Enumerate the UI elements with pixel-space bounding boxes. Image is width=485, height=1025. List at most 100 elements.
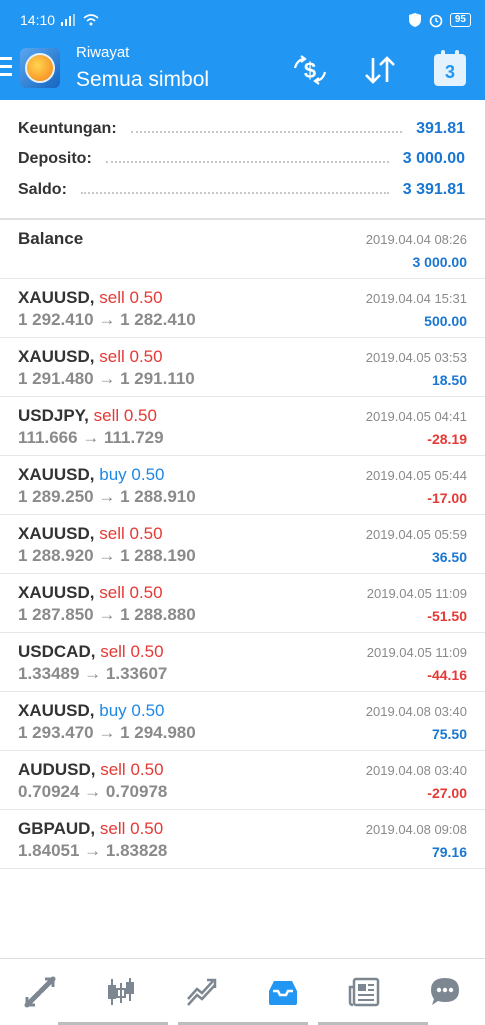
deal-volume: 0.50 xyxy=(130,819,164,838)
deal-row[interactable]: USDCAD, sell 0.50 1.33489 → 1.33607 2019.0… xyxy=(0,633,485,692)
sort-icon[interactable] xyxy=(360,52,400,88)
deal-symbol: XAUUSD, xyxy=(18,288,95,307)
deal-row[interactable]: XAUUSD, sell 0.50 1 288.920 → 1 288.190 20… xyxy=(0,515,485,574)
deal-row[interactable]: XAUUSD, sell 0.50 1 291.480 → 1 291.110 20… xyxy=(0,338,485,397)
deal-volume: 0.50 xyxy=(131,465,165,484)
deal-side: sell xyxy=(99,583,125,602)
summary-value: 391.81 xyxy=(416,120,465,137)
deal-side: sell xyxy=(93,406,120,425)
bottom-navigation xyxy=(0,958,485,1025)
wifi-icon xyxy=(83,14,99,26)
deal-title: USDJPY, sell 0.50 xyxy=(18,406,157,426)
deal-prices: 1 288.920 → 1 288.190 xyxy=(18,546,196,565)
nav-trade[interactable] xyxy=(162,959,243,1025)
deal-date: 2019.04.05 11:09 xyxy=(366,645,467,660)
deal-side: buy xyxy=(99,701,127,720)
deal-prices: 1 293.470 → 1 294.980 xyxy=(18,723,196,742)
deal-symbol: USDJPY, xyxy=(18,406,89,425)
nav-chart[interactable] xyxy=(81,959,162,1025)
summary-row-balance: Saldo: 3 391.81 xyxy=(18,175,465,205)
nav-chat[interactable] xyxy=(404,959,485,1025)
deal-date: 2019.04.05 03:53 xyxy=(365,350,467,365)
deal-title: XAUUSD, buy 0.50 xyxy=(18,701,165,721)
status-time: 14:10 xyxy=(20,12,56,28)
deal-volume: 0.50 xyxy=(123,406,157,425)
deal-date: 2019.04.04 08:26 xyxy=(365,232,467,247)
deal-volume: 0.50 xyxy=(130,760,164,779)
balance-row[interactable]: Balance 2019.04.04 08:26 3 000.00 xyxy=(0,220,485,279)
deal-side: buy xyxy=(99,465,127,484)
nav-quotes[interactable] xyxy=(0,959,81,1025)
deal-row[interactable]: XAUUSD, buy 0.50 1 293.470 → 1 294.980 201… xyxy=(0,692,485,751)
app-bar: 14:10 95 Riwayat Semua simbol $ 3 xyxy=(0,0,485,100)
calendar-icon[interactable]: 3 xyxy=(432,50,468,88)
deal-title: XAUUSD, sell 0.50 xyxy=(18,524,163,544)
deal-row[interactable]: USDJPY, sell 0.50 111.666 → 111.729 2019.0… xyxy=(0,397,485,456)
currency-filter-icon[interactable]: $ xyxy=(290,52,330,88)
calendar-day: 3 xyxy=(434,50,466,86)
deal-date: 2019.04.05 04:41 xyxy=(365,409,467,424)
page-title[interactable]: Semua simbol xyxy=(76,68,209,92)
deal-profit: 18.50 xyxy=(431,372,467,388)
deal-prices: 1 289.250 → 1 288.910 xyxy=(18,487,196,506)
deal-symbol: AUDUSD, xyxy=(18,760,96,779)
deal-title: XAUUSD, sell 0.50 xyxy=(18,347,163,367)
menu-icon[interactable] xyxy=(0,57,14,79)
app-logo[interactable] xyxy=(20,48,60,88)
summary-label: Saldo: xyxy=(18,181,67,198)
deal-row[interactable]: AUDUSD, sell 0.50 0.70924 → 0.70978 2019.0… xyxy=(0,751,485,810)
deals-container: XAUUSD, sell 0.50 1 292.410 → 1 282.410 20… xyxy=(0,279,485,869)
summary-label: Keuntungan: xyxy=(18,120,117,137)
chart-icon xyxy=(108,978,135,1005)
deal-row[interactable]: GBPAUD, sell 0.50 1.84051 → 1.83828 2019.0… xyxy=(0,810,485,869)
deal-date: 2019.04.05 05:59 xyxy=(365,527,467,542)
deal-prices: 0.70924 → 0.70978 xyxy=(18,782,168,801)
deal-date: 2019.04.04 15:31 xyxy=(365,291,467,306)
deal-row[interactable]: XAUUSD, buy 0.50 1 289.250 → 1 288.910 201… xyxy=(0,456,485,515)
dotted-leader xyxy=(130,131,403,133)
dotted-leader xyxy=(105,161,389,163)
summary-panel: Keuntungan: 391.81 Deposito: 3 000.00 Sa… xyxy=(0,100,485,220)
deal-date: 2019.04.05 05:44 xyxy=(365,468,467,483)
deal-side: sell xyxy=(99,288,125,307)
deal-prices: 1.84051 → 1.83828 xyxy=(18,841,168,860)
deal-volume: 0.50 xyxy=(129,524,163,543)
deal-profit: -28.19 xyxy=(427,431,467,447)
page-subtitle: Riwayat xyxy=(76,44,130,61)
deal-prices: 1 287.850 → 1 288.880 xyxy=(18,605,196,624)
deal-side: sell xyxy=(100,760,126,779)
deal-profit: 75.50 xyxy=(431,726,467,742)
deal-symbol: XAUUSD, xyxy=(18,347,95,366)
deal-symbol: USDCAD, xyxy=(18,642,96,661)
alarm-icon xyxy=(429,14,443,28)
dotted-leader xyxy=(80,192,389,194)
deal-profit: 36.50 xyxy=(431,549,467,565)
deal-volume: 0.50 xyxy=(129,583,163,602)
deal-date: 2019.04.08 09:08 xyxy=(365,822,467,837)
chat-icon xyxy=(430,978,459,1005)
deal-side: sell xyxy=(99,347,125,366)
deal-row[interactable]: XAUUSD, sell 0.50 1 292.410 → 1 282.410 20… xyxy=(0,279,485,338)
summary-row-deposit: Deposito: 3 000.00 xyxy=(18,144,465,174)
deal-symbol: XAUUSD, xyxy=(18,465,95,484)
deal-list: Balance 2019.04.04 08:26 3 000.00 XAUUSD… xyxy=(0,220,485,869)
deal-symbol: GBPAUD, xyxy=(18,819,96,838)
summary-label: Deposito: xyxy=(18,150,92,167)
deal-title: XAUUSD, sell 0.50 xyxy=(18,583,163,603)
deal-symbol: XAUUSD, xyxy=(18,583,95,602)
deal-profit: 79.16 xyxy=(431,844,467,860)
deal-volume: 0.50 xyxy=(131,701,165,720)
summary-row-profit: Keuntungan: 391.81 xyxy=(18,114,465,144)
deal-prices: 1.33489 → 1.33607 xyxy=(18,664,168,683)
deal-row[interactable]: XAUUSD, sell 0.50 1 287.850 → 1 288.880 20… xyxy=(0,574,485,633)
toolbar: Riwayat Semua simbol $ 3 xyxy=(0,40,485,100)
nav-history[interactable] xyxy=(242,959,323,1025)
news-icon xyxy=(348,977,379,1007)
signal-icon xyxy=(61,14,76,26)
deal-profit: -17.00 xyxy=(427,490,467,506)
nav-news[interactable] xyxy=(323,959,404,1025)
balance-label: Balance xyxy=(18,229,84,248)
deal-date: 2019.04.08 03:40 xyxy=(365,704,467,719)
svg-text:$: $ xyxy=(304,58,316,83)
deal-profit: 3 000.00 xyxy=(412,254,468,270)
